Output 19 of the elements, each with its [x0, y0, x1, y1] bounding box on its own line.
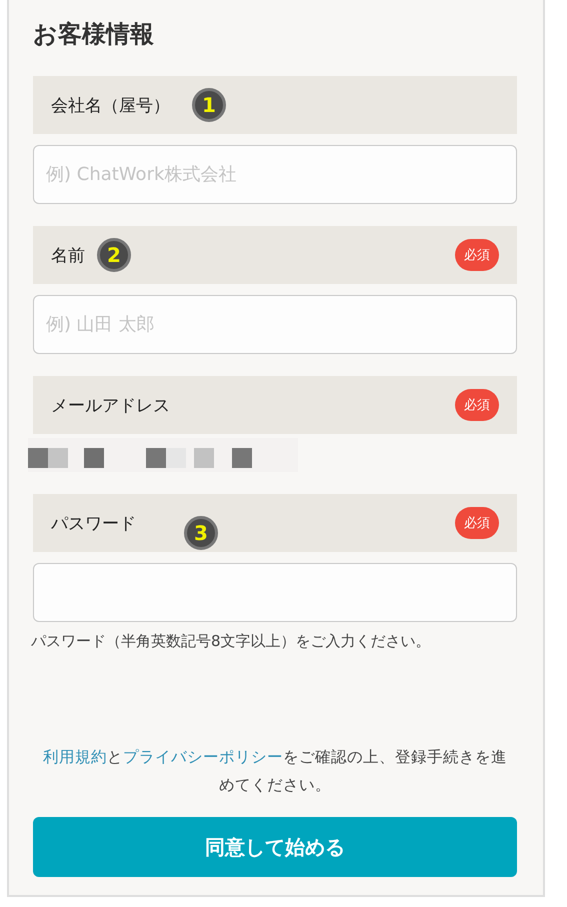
number-marker: 2 [97, 238, 131, 272]
number-marker: 1 [192, 88, 226, 122]
field-hint: パスワード（半角英数記号8文字以上）をご入力ください。 [31, 632, 432, 651]
section-title: お客様情報 [33, 19, 155, 50]
terms-link[interactable]: 利用規約 [43, 748, 107, 766]
required-badge: 必須 [455, 239, 499, 271]
field-label: 名前 [51, 244, 85, 266]
terms-link[interactable]: プライバシーポリシー [123, 748, 283, 766]
field-label: メールアドレス [51, 394, 170, 416]
input-field[interactable]: 例) ChatWork株式会社 [33, 145, 517, 204]
terms-text: 利用規約 と プライバシーポリシーをご確認の上、登録手続きを進めてください。 [42, 747, 508, 796]
input-field[interactable]: 例) 山田 太郎 [33, 295, 517, 354]
field-label: 会社名（屋号） [51, 94, 170, 116]
field-label: パスワード [51, 512, 136, 534]
required-badge: 必須 [455, 389, 499, 421]
required-badge: 必須 [455, 507, 499, 539]
input-field[interactable] [33, 563, 517, 622]
number-marker: 3 [184, 516, 218, 550]
agree-start-button[interactable]: 同意して始める [33, 817, 517, 877]
